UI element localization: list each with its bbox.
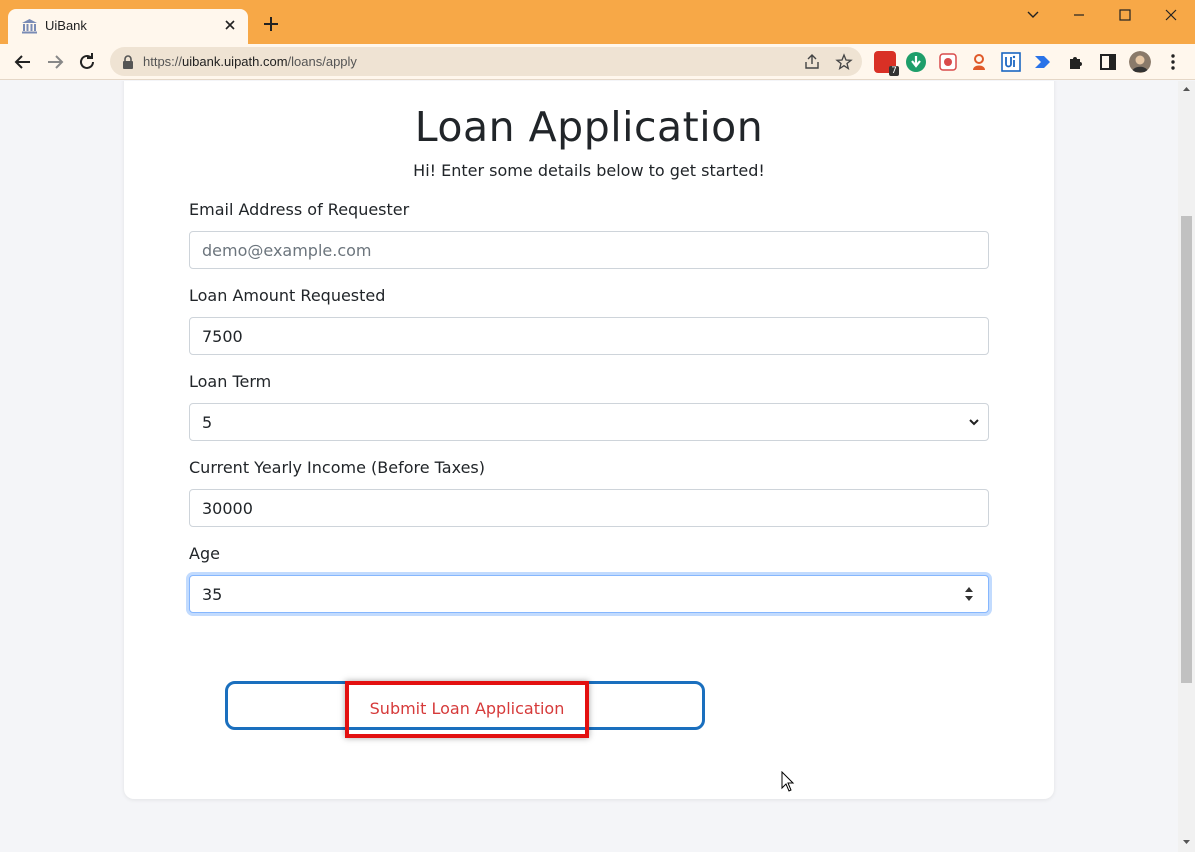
new-tab-icon[interactable]: [262, 15, 280, 33]
tab-title: UiBank: [45, 18, 87, 33]
email-input[interactable]: demo@example.com: [189, 231, 989, 269]
loan-term-value: 5: [202, 413, 213, 432]
maximize-icon[interactable]: [1112, 4, 1138, 26]
income-input[interactable]: 30000: [189, 489, 989, 527]
loan-term-label: Loan Term: [189, 372, 272, 391]
bookmark-star-icon[interactable]: [835, 53, 853, 71]
income-value: 30000: [202, 499, 253, 518]
chevron-down-icon: [969, 419, 979, 426]
calendar-extension-icon[interactable]: 7: [874, 51, 899, 76]
address-bar[interactable]: https://uibank.uipath.com/loans/apply: [110, 47, 862, 76]
page-subtitle: Hi! Enter some details below to get star…: [413, 161, 765, 180]
scroll-down-icon[interactable]: [1182, 838, 1191, 846]
bank-icon: [22, 19, 37, 34]
age-label: Age: [189, 544, 220, 563]
minimize-icon[interactable]: [1066, 4, 1092, 26]
url-text: https://uibank.uipath.com/loans/apply: [143, 54, 357, 69]
close-tab-icon[interactable]: [222, 17, 238, 33]
download-extension-icon[interactable]: [905, 51, 927, 73]
email-label: Email Address of Requester: [189, 200, 410, 219]
loan-term-select[interactable]: 5: [189, 403, 989, 441]
loan-amount-value: 7500: [202, 327, 243, 346]
lock-icon: [123, 55, 133, 69]
page-title: Loan Application: [414, 103, 764, 151]
share-icon[interactable]: [803, 53, 821, 71]
browser-titlebar: UiBank: [0, 0, 1195, 44]
income-label: Current Yearly Income (Before Taxes): [189, 458, 485, 477]
tab-search-icon[interactable]: [1020, 4, 1046, 26]
browser-toolbar: https://uibank.uipath.com/loans/apply 7: [0, 44, 1195, 80]
profile-extension-icon[interactable]: [968, 51, 990, 73]
browser-tab[interactable]: UiBank: [8, 9, 248, 44]
number-spinner-icon[interactable]: [964, 584, 974, 604]
avatar[interactable]: [1129, 51, 1151, 73]
reload-icon[interactable]: [76, 51, 98, 73]
scrollbar-thumb[interactable]: [1181, 216, 1192, 683]
record-extension-icon[interactable]: [937, 51, 959, 73]
page-viewport: Loan Application Hi! Enter some details …: [0, 81, 1178, 852]
extension-badge: 7: [889, 66, 899, 76]
age-input[interactable]: 35: [189, 575, 989, 613]
uipath-extension-icon[interactable]: [1000, 51, 1022, 73]
email-placeholder: demo@example.com: [202, 241, 372, 260]
close-window-icon[interactable]: [1158, 4, 1184, 26]
power-automate-extension-icon[interactable]: [1032, 51, 1054, 73]
scroll-up-icon[interactable]: [1182, 85, 1191, 93]
submit-highlight-box[interactable]: Submit Loan Application: [345, 681, 589, 738]
mouse-cursor-icon: [781, 771, 795, 792]
menu-kebab-icon[interactable]: [1162, 51, 1184, 73]
loan-amount-input[interactable]: 7500: [189, 317, 989, 355]
side-panel-icon[interactable]: [1097, 51, 1119, 73]
back-icon[interactable]: [12, 51, 34, 73]
loan-amount-label: Loan Amount Requested: [189, 286, 386, 305]
forward-icon[interactable]: [44, 51, 66, 73]
age-value: 35: [202, 585, 223, 604]
vertical-scrollbar[interactable]: [1178, 81, 1195, 852]
extensions-puzzle-icon[interactable]: [1065, 51, 1087, 73]
